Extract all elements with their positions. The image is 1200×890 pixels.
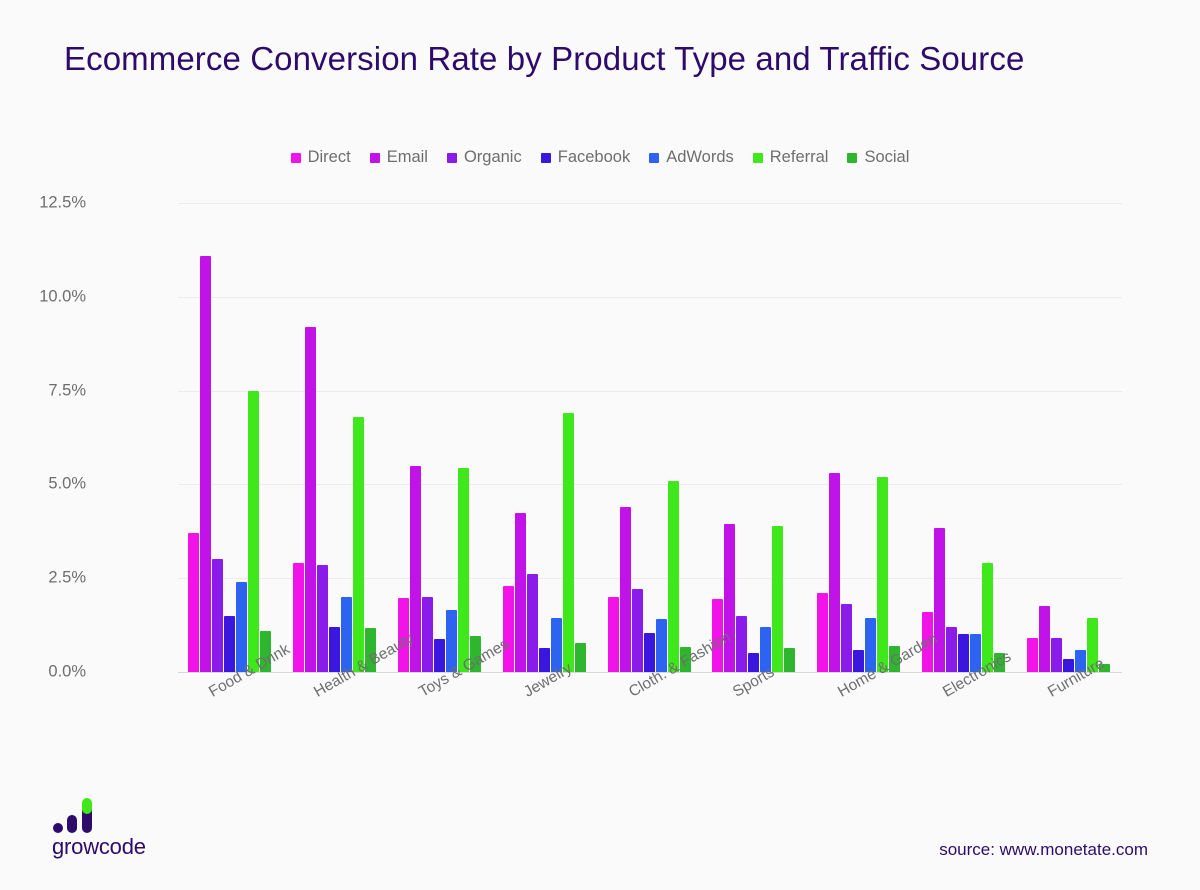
bar[interactable] xyxy=(946,626,958,672)
bar[interactable] xyxy=(1051,638,1063,672)
y-axis-tick-label: 5.0% xyxy=(48,474,86,493)
bar-group xyxy=(388,203,493,672)
bar-group xyxy=(1017,203,1122,672)
x-axis-label-slot: Electronics xyxy=(912,648,1017,772)
bar[interactable] xyxy=(200,255,211,672)
bar-group xyxy=(702,203,807,672)
growcode-logo-icon xyxy=(53,798,92,833)
bar[interactable] xyxy=(772,525,784,672)
x-axis-label-slot: Cloth. & Fashion xyxy=(598,629,734,772)
bar-groups xyxy=(178,203,1122,672)
chart-plot-area: 12.5% 10.0% 7.5% 5.0% 2.5% 0.0% Food & Drink H… xyxy=(0,0,1200,890)
bar[interactable] xyxy=(562,413,574,672)
bar[interactable] xyxy=(724,523,736,672)
bar[interactable] xyxy=(736,615,748,672)
growcode-logo: growcode xyxy=(52,798,232,860)
bar-group xyxy=(912,203,1017,672)
y-axis-tick-label: 12.5% xyxy=(39,193,86,212)
bar[interactable] xyxy=(1027,638,1039,672)
x-axis-label-slot: Furniture xyxy=(1017,655,1122,772)
bar[interactable] xyxy=(502,585,514,672)
bar[interactable] xyxy=(316,565,328,672)
bar[interactable] xyxy=(817,593,829,672)
x-axis-labels: Food & Drink Health & Beauty Toys & Games J… xyxy=(178,629,1122,772)
bar[interactable] xyxy=(934,527,946,672)
bar[interactable] xyxy=(514,512,526,672)
bar-group xyxy=(598,203,703,672)
bar[interactable] xyxy=(574,642,586,672)
y-axis-tick-label: 7.5% xyxy=(48,381,86,400)
x-axis-label-slot: Jewelry xyxy=(493,660,598,772)
x-axis-label-slot: Toys & Games xyxy=(388,636,512,772)
bar[interactable] xyxy=(212,558,223,672)
bar[interactable] xyxy=(538,647,550,672)
bar-group xyxy=(283,203,388,672)
bar[interactable] xyxy=(784,647,796,672)
bar[interactable] xyxy=(248,391,259,672)
bar[interactable] xyxy=(643,632,655,672)
bar[interactable] xyxy=(526,574,538,672)
bar[interactable] xyxy=(340,596,352,672)
x-axis-label-slot: Food & Drink xyxy=(178,641,293,772)
bar[interactable] xyxy=(841,604,853,672)
y-axis-tick-label: 0.0% xyxy=(48,662,86,681)
bar[interactable] xyxy=(631,589,643,672)
bar-group xyxy=(807,203,912,672)
bar-group xyxy=(178,203,283,672)
bar[interactable] xyxy=(304,326,316,672)
bar[interactable] xyxy=(421,596,433,672)
bar-group xyxy=(493,203,598,672)
bar[interactable] xyxy=(829,473,841,672)
bar[interactable] xyxy=(433,638,445,672)
y-axis-tick-label: 2.5% xyxy=(48,568,86,587)
growcode-logo-text: growcode xyxy=(52,834,146,859)
bar[interactable] xyxy=(292,563,304,672)
x-axis-label-slot: Home & Garden xyxy=(807,630,940,772)
bar[interactable] xyxy=(667,480,679,672)
bar[interactable] xyxy=(236,581,247,672)
bar[interactable] xyxy=(607,596,619,672)
bar[interactable] xyxy=(958,634,970,672)
bar[interactable] xyxy=(352,416,364,672)
bar[interactable] xyxy=(224,615,235,672)
source-attribution: source: www.monetate.com xyxy=(939,840,1148,859)
bar[interactable] xyxy=(1039,606,1051,672)
y-axis-tick-label: 10.0% xyxy=(39,287,86,306)
bar[interactable] xyxy=(328,626,340,672)
bar[interactable] xyxy=(619,506,631,672)
x-axis-label-slot: Health & Beauty xyxy=(283,630,417,772)
bar[interactable] xyxy=(457,467,469,672)
bar[interactable] xyxy=(188,533,199,672)
x-axis-label-slot: Sports xyxy=(702,664,807,772)
bar[interactable] xyxy=(877,476,889,672)
